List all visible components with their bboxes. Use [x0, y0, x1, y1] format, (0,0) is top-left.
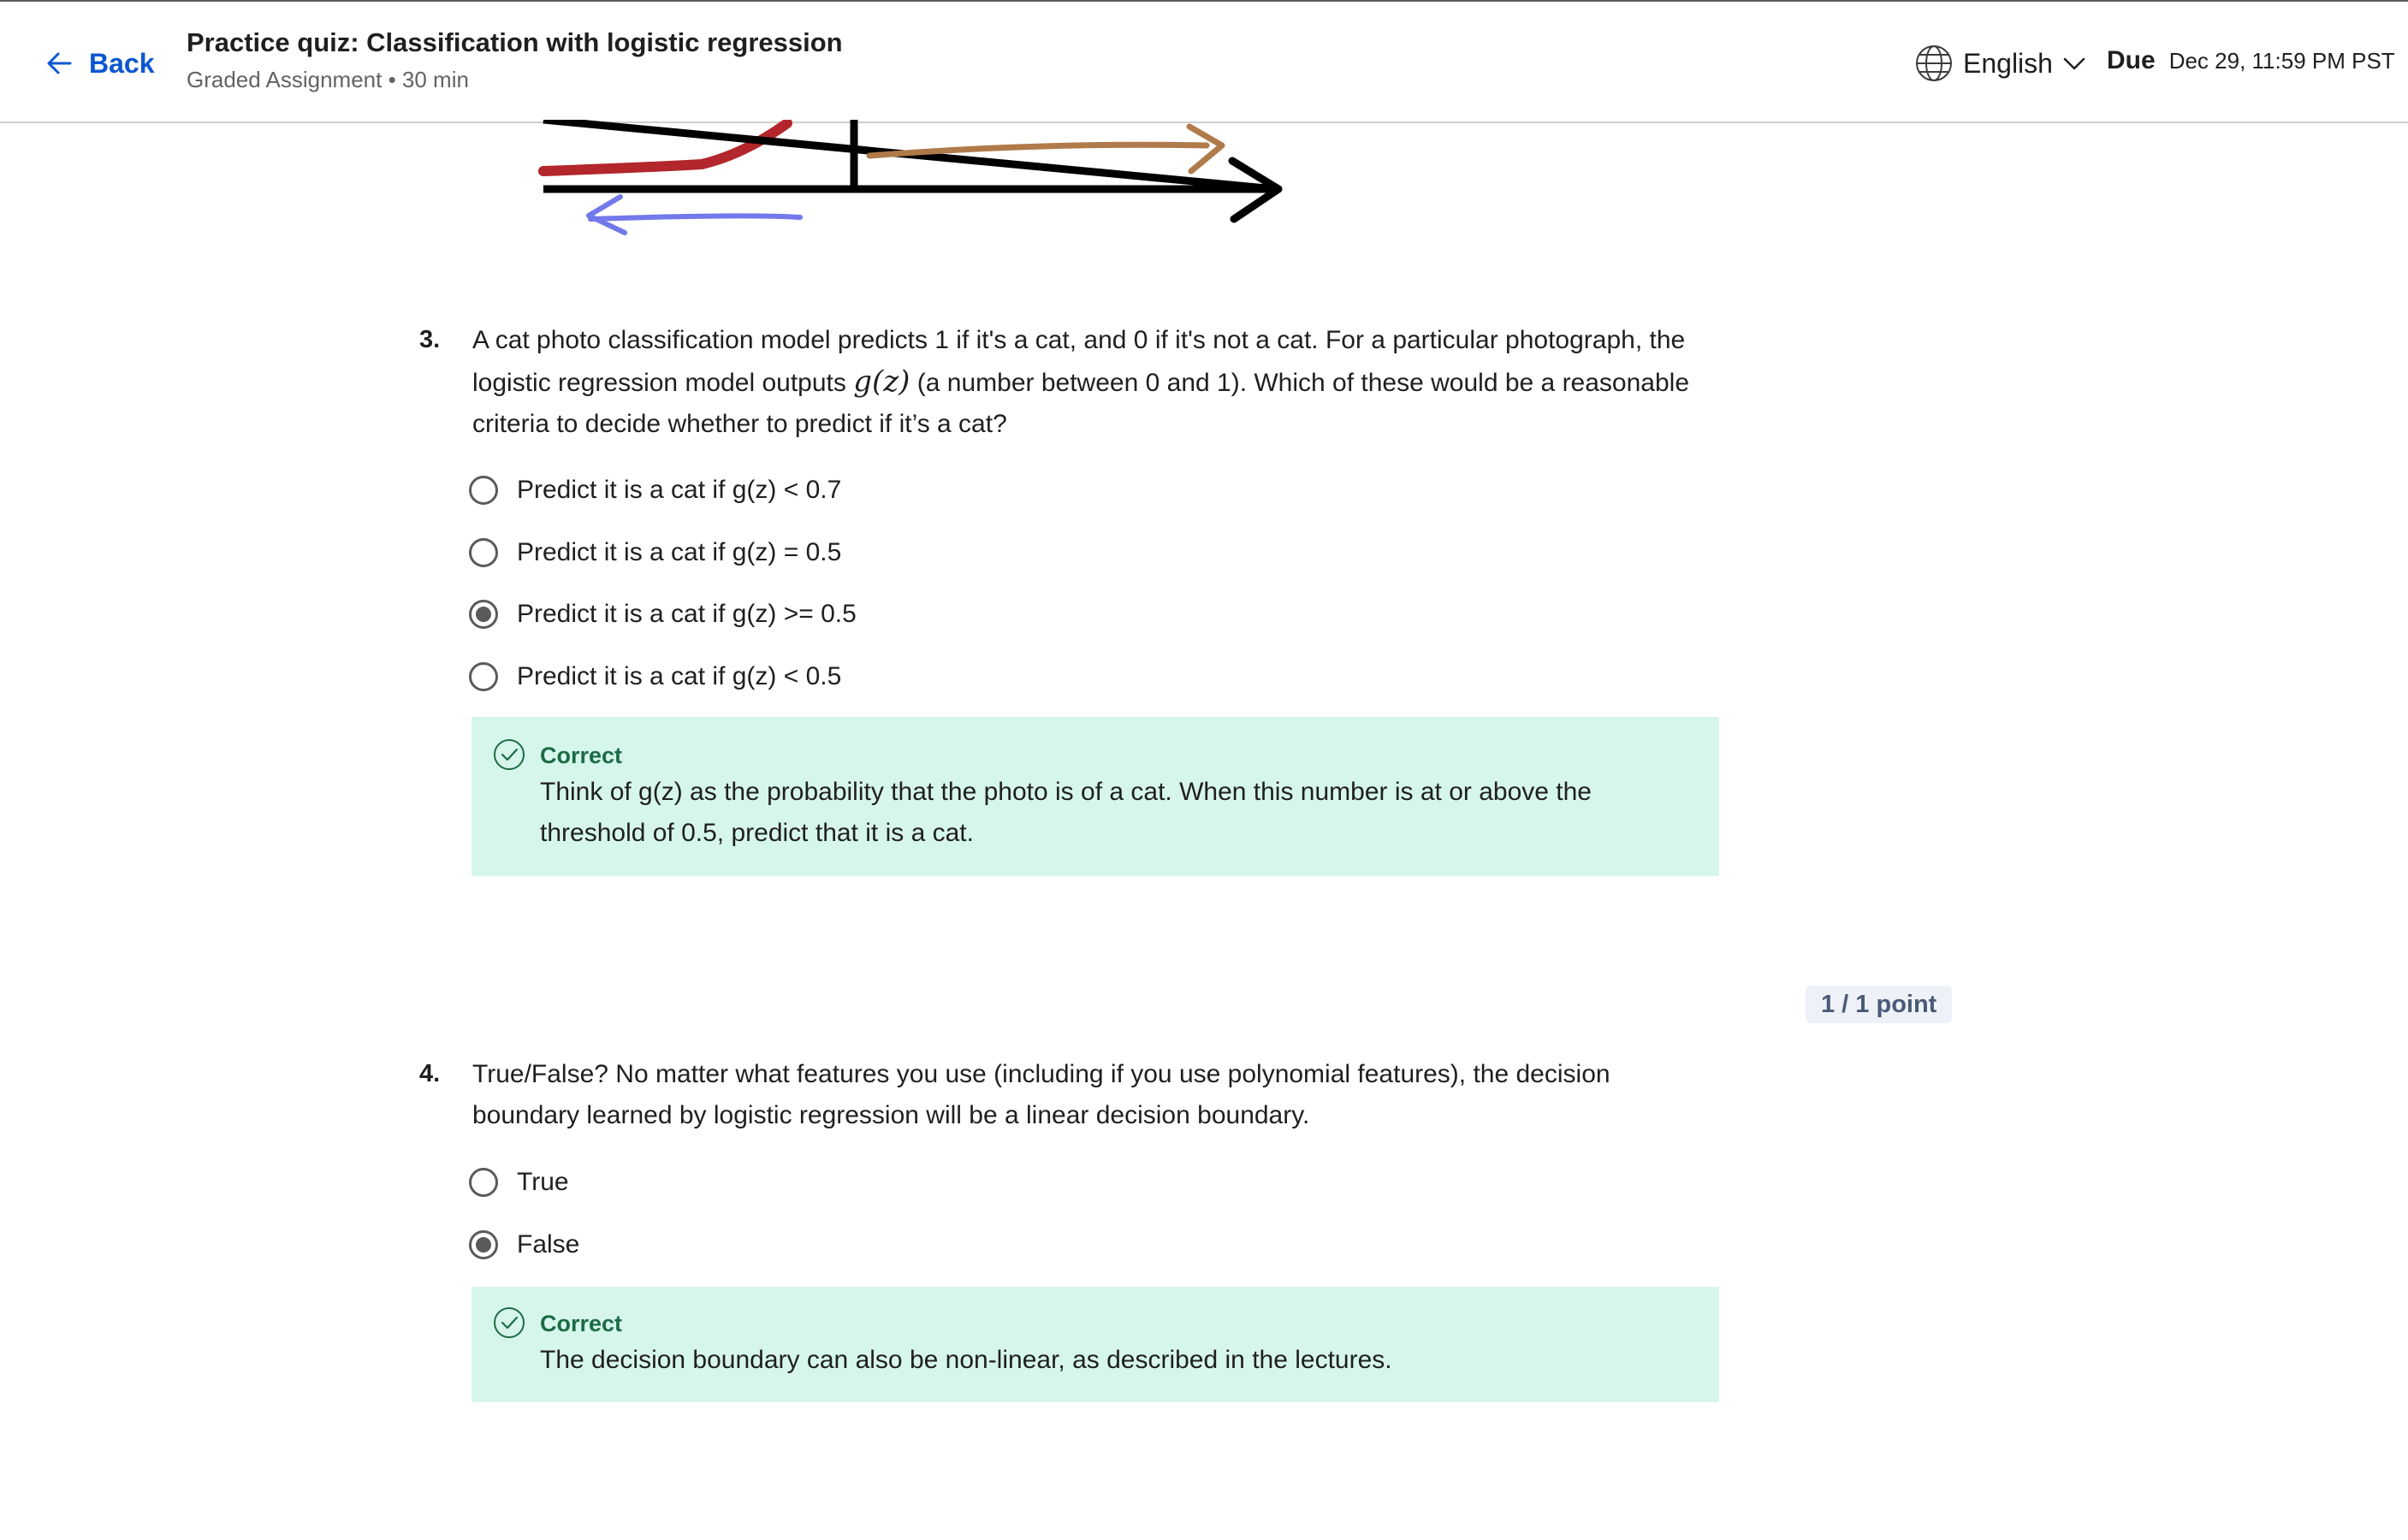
radio-dot [476, 1237, 491, 1253]
top-bar: Back Practice quiz: Classification with … [0, 0, 2408, 123]
feedback-box: Correct Think of g(z) as the probability… [472, 717, 1719, 876]
feedback-status: Correct [540, 743, 623, 768]
language-selector[interactable]: English [1913, 41, 2087, 86]
option-label: Predict it is a cat if g(z) >= 0.5 [517, 600, 857, 628]
question-number: 4. [419, 1060, 441, 1087]
radio-button[interactable] [469, 1168, 498, 1197]
option-label: Predict it is a cat if g(z) < 0.5 [517, 662, 842, 690]
page-title: Practice quiz: Classification with logis… [187, 27, 843, 57]
radio-button[interactable] [469, 662, 498, 691]
due-label: Due [2107, 46, 2156, 74]
option-label: Predict it is a cat if g(z) < 0.7 [517, 476, 842, 504]
radio-button[interactable] [469, 476, 498, 505]
answer-option[interactable]: Predict it is a cat if g(z) >= 0.5 [469, 595, 857, 633]
radio-button-selected[interactable] [469, 1230, 498, 1259]
points-badge: 1 / 1 point [1806, 986, 1953, 1023]
math-expression: g(z) [853, 364, 910, 399]
page-subtitle: Graded Assignment • 30 min [187, 67, 469, 92]
globe-icon [1916, 45, 1952, 81]
radio-button-selected[interactable] [469, 600, 498, 629]
feedback-text: The decision boundary can also be non-li… [540, 1346, 1392, 1374]
answer-option[interactable]: Predict it is a cat if g(z) < 0.7 [469, 471, 841, 509]
question-number: 3. [419, 326, 441, 353]
title-block: Practice quiz: Classification with logis… [187, 27, 843, 93]
answer-option[interactable]: Predict it is a cat if g(z) < 0.5 [469, 658, 841, 696]
question-text: True/False? No matter what features you … [472, 1060, 1610, 1129]
radio-button[interactable] [469, 538, 498, 567]
feedback-box: Correct The decision boundary can also b… [472, 1287, 1719, 1402]
back-label: Back [89, 47, 155, 79]
check-circle-icon [494, 1307, 525, 1338]
decision-boundary-diagram [538, 120, 1283, 235]
back-arrow-icon [47, 52, 72, 74]
feedback-status: Correct [540, 1311, 623, 1336]
radio-dot [476, 607, 491, 622]
option-label: Predict it is a cat if g(z) = 0.5 [517, 538, 842, 566]
chevron-down-icon [2063, 57, 2085, 70]
answer-option[interactable]: True [469, 1164, 569, 1201]
back-button[interactable]: Back [43, 43, 155, 84]
question-text: A cat photo classification model predict… [472, 320, 1713, 445]
check-circle-icon [494, 739, 525, 770]
option-label: False [517, 1230, 580, 1259]
due-date: Dec 29, 11:59 PM PST [2168, 48, 2395, 74]
language-label: English [1963, 47, 2053, 79]
answer-option[interactable]: Predict it is a cat if g(z) = 0.5 [469, 534, 841, 572]
option-label: True [517, 1168, 569, 1196]
answer-option[interactable]: False [469, 1226, 579, 1264]
due-info: Due Dec 29, 11:59 PM PST [2107, 46, 2395, 75]
feedback-text: Think of g(z) as the probability that th… [540, 778, 1592, 847]
